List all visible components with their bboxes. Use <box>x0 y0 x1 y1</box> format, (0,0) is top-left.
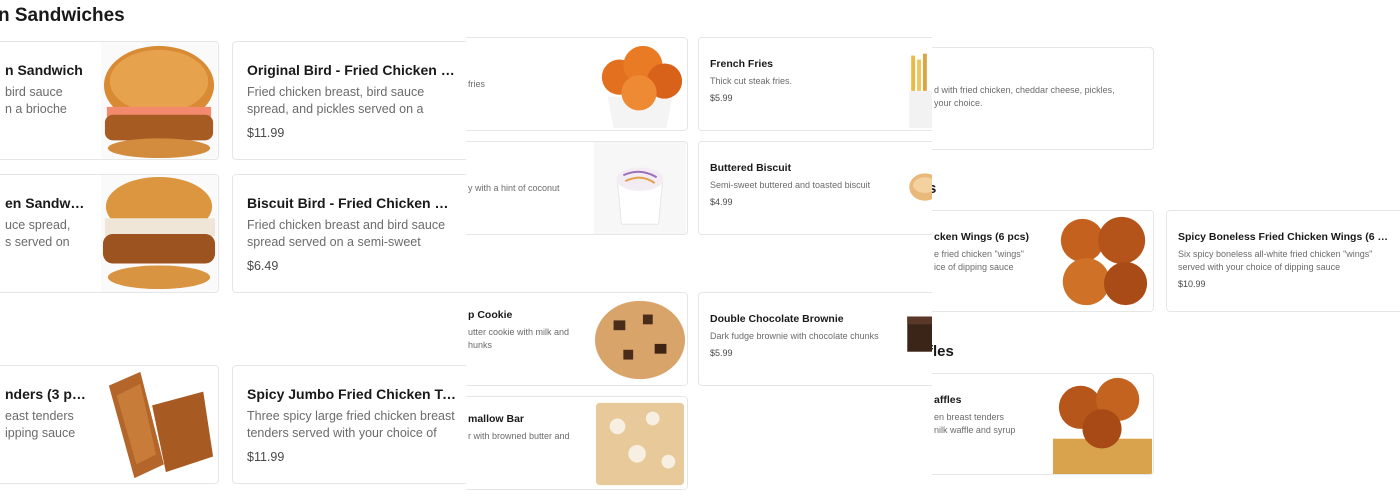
section-title-sandwiches: n Sandwiches <box>0 5 125 26</box>
item-name: p Cookie <box>468 309 513 321</box>
item-description: e fried chicken "wings" ice of dipping s… <box>934 249 1024 272</box>
item-image <box>1052 211 1153 311</box>
menu-item-card[interactable]: cken Wings (6 pcs) e fried chicken "wing… <box>932 210 1154 312</box>
item-image <box>100 42 218 159</box>
item-name: affles <box>934 394 962 406</box>
item-name: en Sandwich ... <box>5 195 86 211</box>
item-price: $6.49 <box>247 259 279 273</box>
item-image <box>100 175 218 292</box>
item-image <box>905 38 935 130</box>
item-name: Double Chocolate Brownie <box>710 313 844 325</box>
item-name: mallow Bar <box>468 413 525 425</box>
section-title-wings: s <box>932 180 937 197</box>
item-description: fries <box>468 79 486 89</box>
item-name: Biscuit Bird - Fried Chicken Slider <box>247 195 457 211</box>
item-image <box>593 38 687 130</box>
item-price: $5.99 <box>710 93 733 103</box>
item-price: $5.99 <box>710 348 733 358</box>
menu-item-card[interactable]: y with a hint of coconut <box>466 141 688 235</box>
item-name: n Sandwich <box>5 62 83 78</box>
item-description: uce spread, s served on a... <box>5 218 71 249</box>
menu-item-card[interactable]: fries <box>466 37 688 131</box>
menu-item-card[interactable]: Buttered Biscuit Semi-sweet buttered and… <box>698 141 936 235</box>
item-description: d with fried chicken, cheddar cheese, pi… <box>934 85 1115 108</box>
item-description: Six spicy boneless all-white fried chick… <box>1178 249 1373 272</box>
menu-item-card[interactable]: p Cookie utter cookie with milk and hunk… <box>466 292 688 386</box>
item-image <box>905 293 935 385</box>
menu-item-card[interactable]: en Sandwich ... uce spread, s served on … <box>0 174 219 293</box>
item-name: Original Bird - Fried Chicken Sandwich <box>247 62 457 78</box>
menu-item-card[interactable]: affles en breast tenders nilk waffle and… <box>932 373 1154 475</box>
menu-item-card[interactable]: Spicy Boneless Fried Chicken Wings (6 pc… <box>1166 210 1400 312</box>
section-title-waffles: fles <box>932 343 954 360</box>
item-name: Spicy Jumbo Fried Chicken Tenders (3 pcs… <box>247 386 457 402</box>
item-description: utter cookie with milk and hunks <box>468 327 570 350</box>
item-description: east tenders ipping sauce <box>5 409 76 440</box>
item-name: cken Wings (6 pcs) <box>934 231 1030 243</box>
item-description: Three spicy large fried chicken breast t… <box>247 409 455 440</box>
menu-item-card[interactable]: mallow Bar r with browned butter and <box>466 396 688 490</box>
item-name: nders (3 pcs) <box>5 386 86 402</box>
menu-item-card[interactable]: Spicy Jumbo Fried Chicken Tenders (3 pcs… <box>232 365 466 484</box>
item-price: $10.99 <box>1178 279 1206 289</box>
item-name: Spicy Boneless Fried Chicken Wings (6 pc… <box>1178 231 1390 243</box>
menu-item-card[interactable]: Double Chocolate Brownie Dark fudge brow… <box>698 292 936 386</box>
item-description: Thick cut steak fries. <box>710 76 793 86</box>
item-description: r with browned butter and <box>468 431 570 441</box>
item-description: Dark fudge brownie with chocolate chunks <box>710 331 879 341</box>
item-description: Semi-sweet buttered and toasted biscuit <box>710 180 871 190</box>
item-name: French Fries <box>710 58 774 70</box>
item-description: Fried chicken breast and bird sauce spre… <box>247 218 446 249</box>
item-name: Buttered Biscuit <box>710 162 792 174</box>
item-image <box>100 366 218 483</box>
item-image <box>1052 374 1153 474</box>
item-price: $11.99 <box>247 450 285 464</box>
menu-item-card[interactable]: French Fries Thick cut steak fries. $5.9… <box>698 37 936 131</box>
menu-item-card[interactable]: nders (3 pcs) east tenders ipping sauce <box>0 365 219 484</box>
item-price: $11.99 <box>247 126 285 140</box>
item-image <box>905 142 935 234</box>
item-description: Fried chicken breast, bird sauce spread,… <box>247 85 425 116</box>
item-image <box>593 142 687 234</box>
item-image <box>593 293 687 385</box>
menu-item-card[interactable]: n Sandwich bird sauce n a brioche bun <box>0 41 219 160</box>
item-description: y with a hint of coconut <box>468 183 560 193</box>
menu-item-card[interactable]: Biscuit Bird - Fried Chicken Slider Frie… <box>232 174 466 293</box>
item-description: en breast tenders nilk waffle and syrup <box>934 412 1016 435</box>
item-price: $4.99 <box>710 197 733 207</box>
menu-item-card[interactable]: d with fried chicken, cheddar cheese, pi… <box>932 47 1154 150</box>
menu-panel-wings-waffles: d with fried chicken, cheddar cheese, pi… <box>932 0 1400 500</box>
item-image <box>593 397 687 489</box>
item-description: bird sauce n a brioche bun <box>5 85 67 116</box>
menu-panel-sides-desserts: fries French Fries Thick cut steak fries… <box>466 0 936 500</box>
menu-item-card[interactable]: Original Bird - Fried Chicken Sandwich F… <box>232 41 466 160</box>
menu-panel-sandwiches: n Sandwiches n Sandwich bird sauce n a b… <box>0 0 466 500</box>
